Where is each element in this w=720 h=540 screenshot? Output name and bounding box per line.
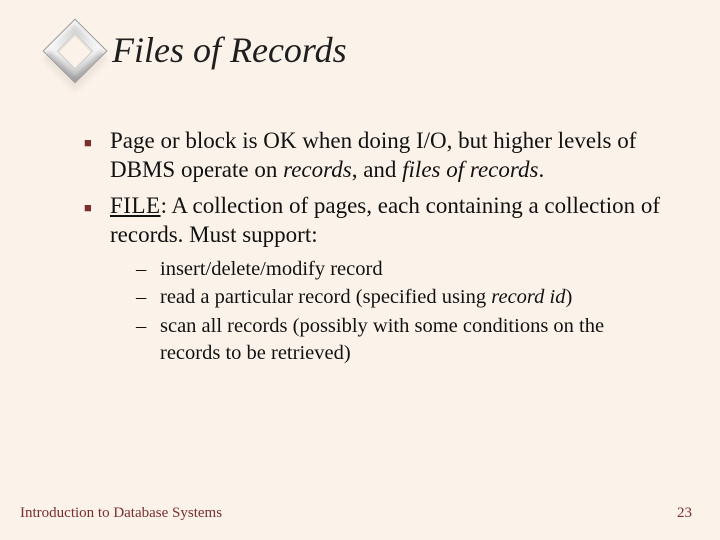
sub-item-text: read a particular record (specified usin…	[160, 284, 572, 311]
sub-item-text: scan all records (possibly with some con…	[160, 313, 656, 366]
bullet-text-post: .	[538, 157, 544, 182]
dash-icon: –	[136, 313, 150, 366]
dash-icon: –	[136, 256, 150, 283]
sublist: – insert/delete/modify record – read a p…	[136, 256, 656, 367]
bullet-text-em: records	[283, 157, 352, 182]
dash-icon: –	[136, 284, 150, 311]
bullet-icon: ■	[84, 191, 94, 250]
bullet-text: Page or block is OK when doing I/O, but …	[110, 126, 668, 185]
bullet-text-em2: files of records	[402, 157, 538, 182]
footer-left: Introduction to Database Systems	[20, 505, 222, 522]
footer: Introduction to Database Systems 23	[0, 505, 720, 522]
diamond-icon	[42, 18, 107, 83]
page-number: 23	[677, 505, 692, 522]
diamond-inner	[57, 33, 94, 70]
sub-item-text: insert/delete/modify record	[160, 256, 383, 283]
file-keyword: FILE	[110, 193, 161, 218]
bullet-item: ■ Page or block is OK when doing I/O, bu…	[84, 126, 668, 185]
sub-item-em: record id	[491, 286, 565, 308]
bullet-text: FILE: A collection of pages, each contai…	[110, 191, 668, 250]
sub-item-pre: read a particular record (specified usin…	[160, 286, 491, 308]
title-row: Files of Records	[52, 28, 676, 74]
bullet-text-rest: : A collection of pages, each containing…	[110, 193, 660, 247]
slide: Files of Records ■ Page or block is OK w…	[0, 0, 720, 540]
bullet-text-mid: , and	[352, 157, 402, 182]
sub-item: – scan all records (possibly with some c…	[136, 313, 656, 366]
slide-title: Files of Records	[112, 32, 347, 70]
bullet-item: ■ FILE: A collection of pages, each cont…	[84, 191, 668, 250]
sub-item: – insert/delete/modify record	[136, 256, 656, 283]
bullet-icon: ■	[84, 126, 94, 185]
sub-item: – read a particular record (specified us…	[136, 284, 656, 311]
slide-body: ■ Page or block is OK when doing I/O, bu…	[84, 126, 668, 366]
sub-item-post: )	[565, 286, 572, 308]
